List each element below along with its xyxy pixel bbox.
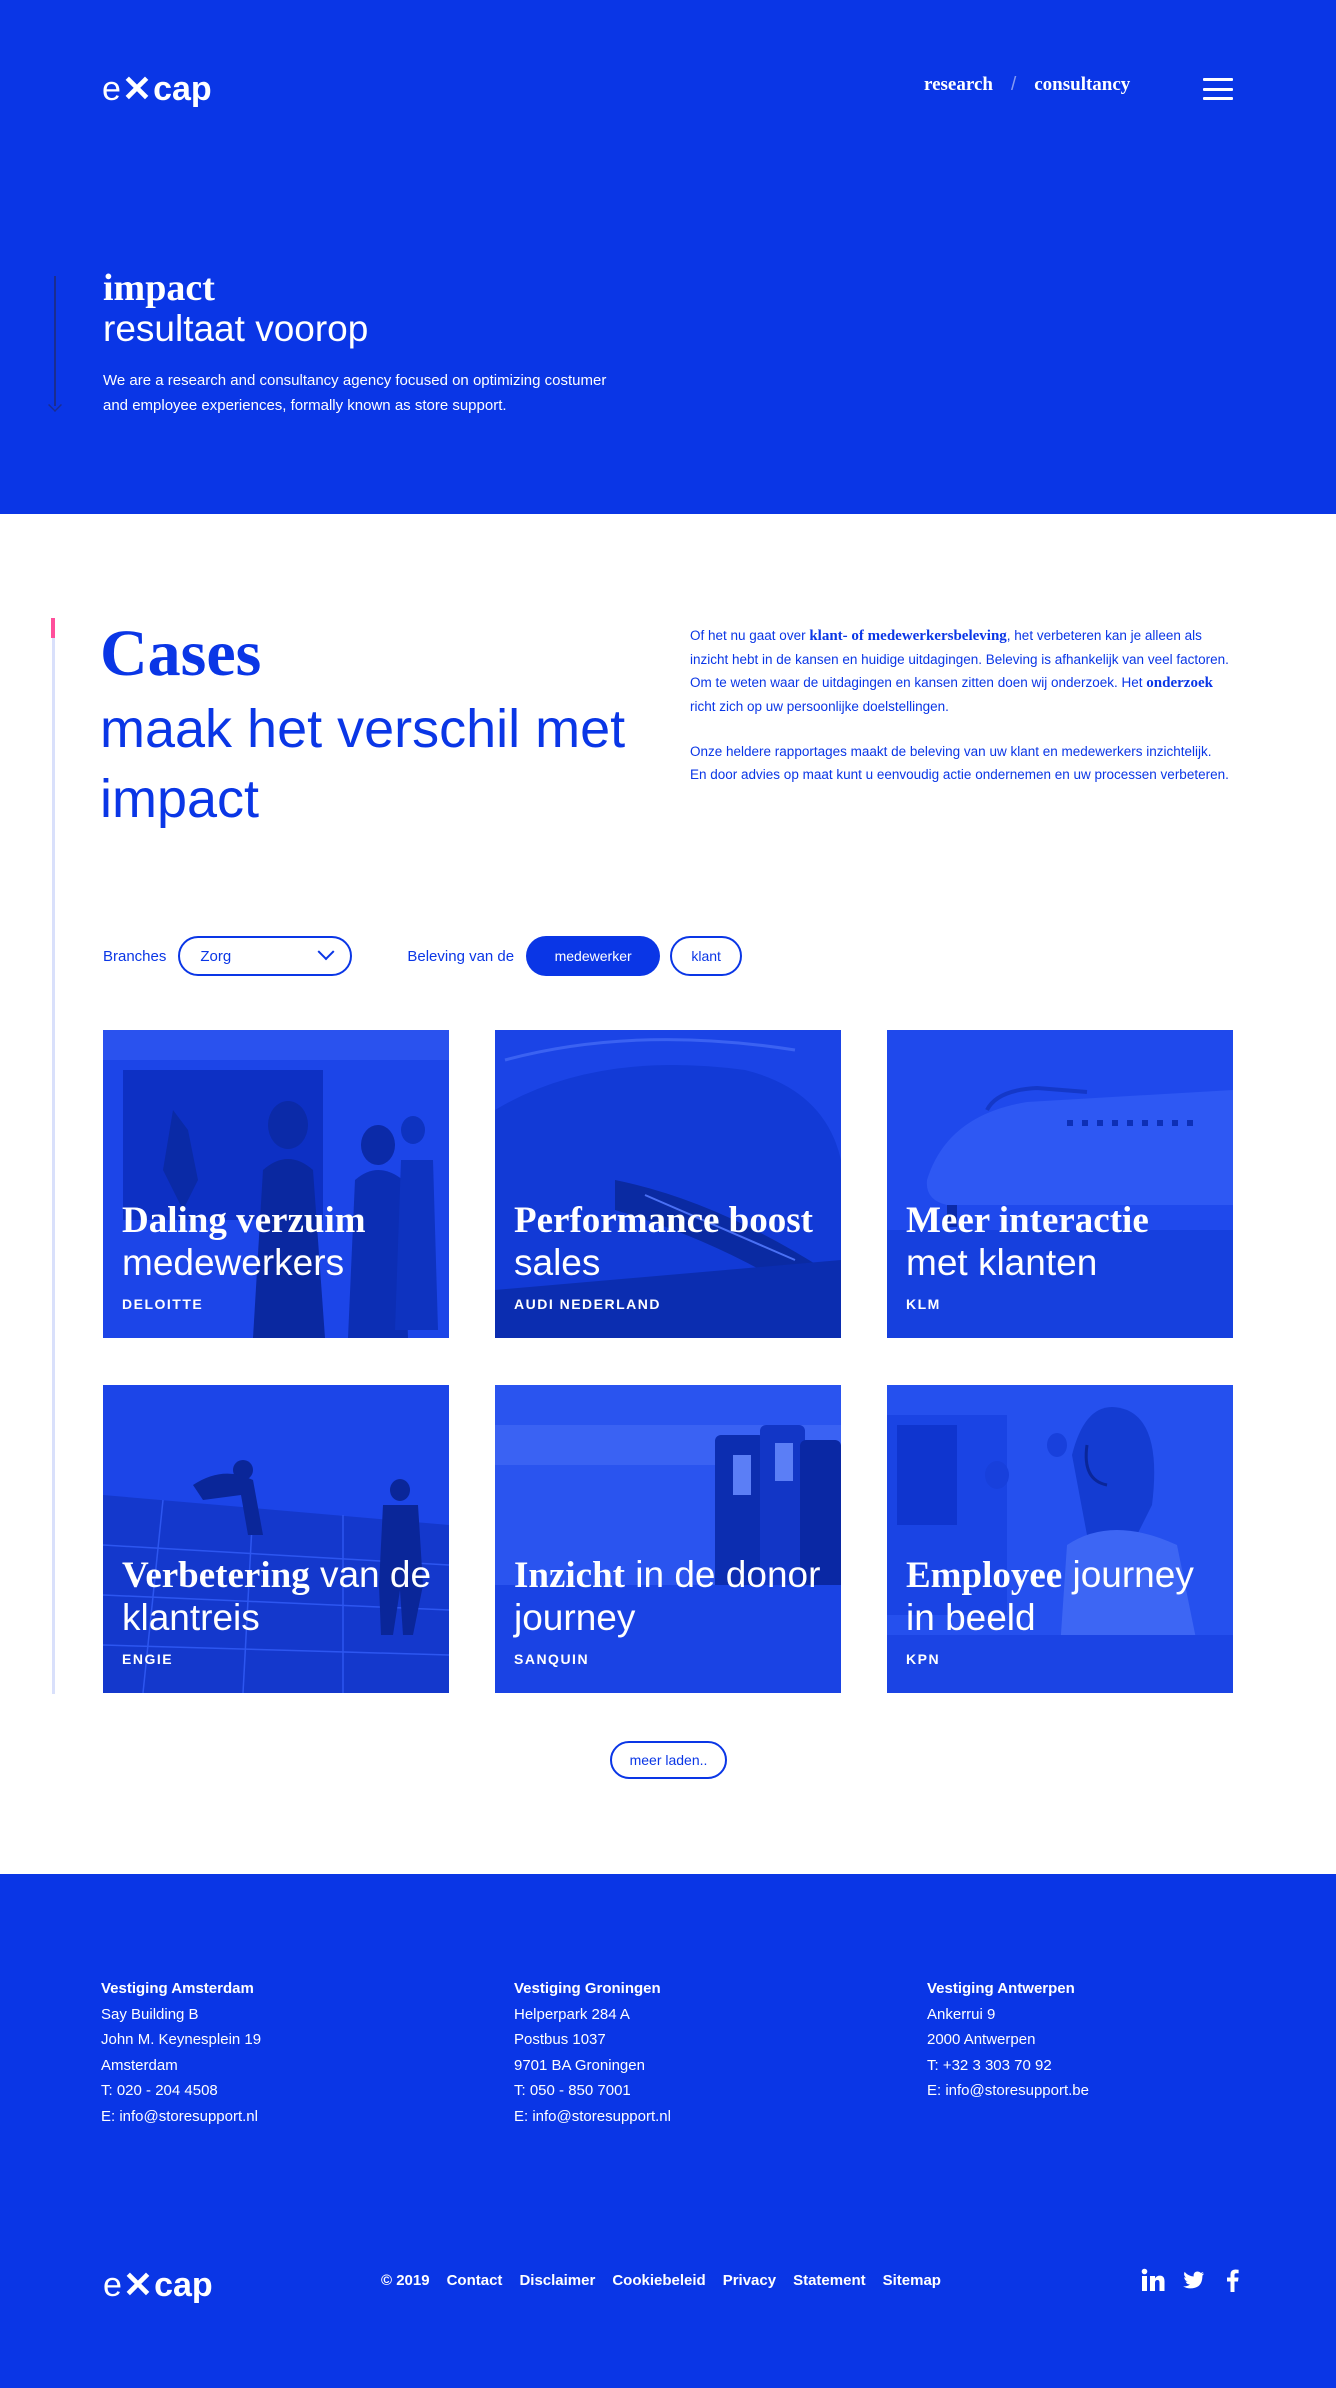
case-client: KLM — [906, 1296, 941, 1312]
nav-consultancy[interactable]: consultancy — [1034, 74, 1130, 96]
case-title: Daling verzuim medewerkers — [122, 1200, 366, 1283]
chevron-down-icon — [317, 943, 335, 961]
case-title: Meer interactie met klanten — [906, 1200, 1149, 1283]
footer-link-cookiebeleid[interactable]: Cookiebeleid — [612, 2272, 705, 2289]
case-client: ENGIE — [122, 1651, 174, 1667]
case-card[interactable]: Verbetering van de klantreis ENGIE — [103, 1385, 449, 1693]
intro-paragraph-1: Of het nu gaat over klant- of medewerker… — [690, 628, 1229, 714]
case-card[interactable]: Inzicht in de donor journey SANQUIN — [495, 1385, 841, 1693]
office-groningen: Vestiging Groningen Helperpark 284 A Pos… — [514, 1976, 671, 2129]
case-photo-car — [495, 1030, 841, 1338]
case-title: Verbetering van de klantreis — [122, 1554, 432, 1638]
footer-link-contact[interactable]: Contact — [447, 2272, 503, 2289]
case-card[interactable]: Performance boost sales AUDI NEDERLAND — [495, 1030, 841, 1338]
nav-separator: / — [1010, 74, 1017, 95]
logo-x-mark: ✕ — [121, 68, 153, 109]
footer-logo[interactable]: e ✕ cap — [103, 2264, 213, 2306]
hero-section: e ✕ cap research / consultancy impact resu… — [0, 0, 1336, 514]
footer-nav: © 2019 Contact Disclaimer Cookiebeleid P… — [381, 2272, 941, 2289]
load-more-button[interactable]: meer laden.. — [610, 1741, 727, 1779]
case-card[interactable]: Employee journey in beeld KPN — [887, 1385, 1233, 1693]
filter-medewerker-button[interactable]: medewerker — [526, 936, 661, 976]
filter-klant-button[interactable]: klant — [670, 936, 743, 976]
linkedin-icon[interactable] — [1140, 2267, 1166, 2293]
case-photo-airplane — [887, 1030, 1233, 1338]
case-title: Performance boost sales — [514, 1200, 813, 1283]
hamburger-menu-icon[interactable] — [1203, 78, 1233, 100]
case-card[interactable]: Meer interactie met klanten KLM — [887, 1030, 1233, 1338]
intro-paragraph-2: Onze heldere rapportages maakt de belevi… — [690, 744, 1229, 782]
case-title: Employee journey in beeld — [906, 1554, 1194, 1638]
facebook-icon[interactable] — [1220, 2267, 1246, 2293]
footer-link-privacy[interactable]: Privacy — [723, 2272, 776, 2289]
office-amsterdam: Vestiging Amsterdam Say Building B John … — [101, 1976, 261, 2129]
footer-link-statement[interactable]: Statement — [793, 2272, 866, 2289]
footer: Vestiging Amsterdam Say Building B John … — [0, 1874, 1336, 2388]
footer-link-disclaimer[interactable]: Disclaimer — [519, 2272, 595, 2289]
case-client: DELOITTE — [122, 1296, 204, 1312]
case-client: SANQUIN — [514, 1651, 590, 1667]
nav-research[interactable]: research — [924, 74, 993, 96]
twitter-icon[interactable] — [1180, 2267, 1206, 2293]
logo[interactable]: e ✕ cap — [102, 68, 212, 110]
top-nav: research / consultancy — [924, 74, 1130, 96]
section-side-marker — [51, 618, 55, 638]
cases-intro: Of het nu gaat over klant- of medewerker… — [690, 624, 1230, 786]
hero-description: We are a research and consultancy agency… — [103, 372, 607, 414]
case-card[interactable]: Daling verzuim medewerkers DELOITTE — [103, 1030, 449, 1338]
copyright: © 2019 — [381, 2272, 430, 2289]
hero-title: impact — [103, 267, 215, 309]
scroll-down-arrow-icon[interactable] — [48, 276, 62, 414]
case-photo-solar-roof — [103, 1385, 449, 1693]
case-client: KPN — [906, 1651, 941, 1667]
phone-link[interactable]: T: +32 3 303 70 92 — [927, 2053, 1089, 2079]
email-link[interactable]: E: info@storesupport.be — [927, 2078, 1089, 2104]
cases-subtitle: maak het verschil met impact — [100, 699, 626, 829]
beleving-label: Beleving van de — [407, 947, 515, 965]
phone-link[interactable]: T: 050 - 850 7001 — [514, 2078, 671, 2104]
logo-x-mark: ✕ — [122, 2264, 154, 2305]
case-photo-call-center — [887, 1385, 1233, 1693]
branches-select[interactable]: Zorg — [178, 936, 353, 976]
email-link[interactable]: E: info@storesupport.nl — [514, 2104, 671, 2130]
section-side-line — [52, 618, 55, 1694]
branches-selected-value: Zorg — [200, 947, 232, 965]
footer-link-sitemap[interactable]: Sitemap — [883, 2272, 941, 2289]
case-title: Inzicht in de donor journey — [514, 1554, 821, 1638]
filter-bar: Branches Zorg Beleving van de medewerker… — [103, 936, 743, 976]
office-antwerpen: Vestiging Antwerpen Ankerrui 9 2000 Antw… — [927, 1976, 1089, 2104]
phone-link[interactable]: T: 020 - 204 4508 — [101, 2078, 261, 2104]
social-links — [1140, 2267, 1246, 2293]
case-photo-office — [103, 1030, 449, 1338]
branches-label: Branches — [103, 947, 167, 965]
cases-title: Cases — [100, 617, 262, 690]
email-link[interactable]: E: info@storesupport.nl — [101, 2104, 261, 2130]
case-photo-blood-bags — [495, 1385, 841, 1693]
hero-subtitle: resultaat voorop — [103, 308, 369, 349]
case-client: AUDI NEDERLAND — [514, 1296, 661, 1312]
